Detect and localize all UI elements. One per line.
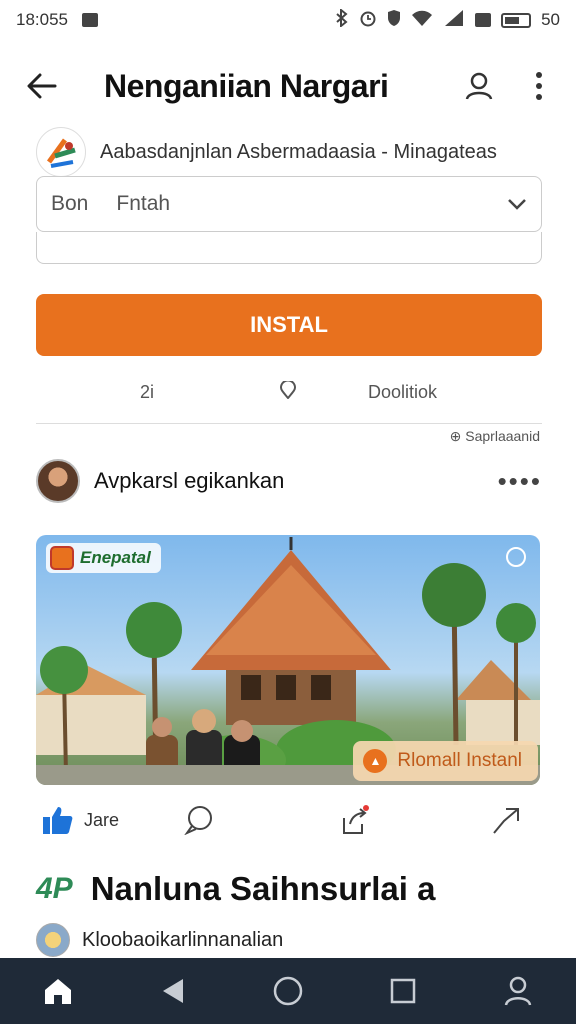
section-heading: 4P Nanluna Saihnsurlai a [36,866,435,912]
send-button[interactable] [492,798,522,842]
overlay-install-label: Rlomall Instanl [397,750,522,771]
signal-icon [443,9,465,32]
sub-avatar [36,923,70,957]
back-arrow-icon [27,73,57,99]
share-button[interactable] [340,798,370,842]
thumbs-up-icon [43,807,73,834]
stats-row: 2i Doolitiok [36,374,542,410]
home-icon [44,979,71,1004]
nav-profile-icon [505,976,532,1006]
notification-icon [82,13,98,27]
image-info-icon[interactable] [506,547,526,567]
profile-icon [465,72,493,100]
sub-label: Kloobaoikarlinnanalian [82,928,284,951]
overlay-logo-icon: ▲ [363,749,388,773]
like-button[interactable]: Jare [42,798,119,842]
profile-button[interactable] [462,69,496,103]
battery-icon [501,12,532,28]
chevron-down-icon [507,192,527,216]
post-author[interactable]: Avpkarsl egikankan [94,468,284,494]
back-button[interactable] [20,64,64,108]
overlay-install-button[interactable]: ▲ Rlomall Instanl [353,741,538,781]
wifi-icon [411,9,433,32]
sub-row[interactable]: Kloobaoikarlinnanalian [36,922,283,958]
app-description: Aabasdanjnlan Asbermadaasia - Minagateas [100,140,497,163]
section-logo-icon: 4P [36,872,73,905]
more-vert-icon [536,72,542,100]
badge-logo-icon [50,546,74,570]
select-value-left: Bon [51,192,89,215]
comment-icon [184,806,212,835]
nav-home-button[interactable] [28,966,88,1016]
share-icon [343,805,369,834]
text-input[interactable] [36,232,542,264]
shield-icon [387,9,401,32]
info-icon: ⊕ [449,428,462,444]
nav-home-circle-button[interactable] [258,966,318,1016]
avatar[interactable] [36,459,80,503]
nav-home-circle-icon [273,976,303,1006]
app-logo [36,127,86,177]
alarm-icon [359,9,377,32]
nav-back-button[interactable] [143,966,203,1016]
comment-button[interactable] [184,798,214,842]
sponsored-text: Saprlaaanid [465,428,540,444]
stat-label: Doolitiok [368,381,438,402]
page-title: Nenganiian Nargari [104,67,389,104]
divider [36,423,542,424]
install-button[interactable]: INSTAL [36,294,542,356]
status-time: 18:055 [16,10,68,29]
section-title: Nanluna Saihnsurlai a [90,870,436,907]
sim-icon [475,13,492,27]
stat-rating: 2i [140,381,155,402]
select-value-right: Fntah [116,192,171,215]
image-badge-label: Enepatal [80,548,151,567]
like-label: Jare [84,809,120,830]
send-icon [493,808,519,834]
battery-level: 50 [541,10,560,29]
more-options-button[interactable] [522,69,556,103]
nav-back-icon [162,979,183,1003]
category-select[interactable]: Bon Fntah [36,176,542,232]
bluetooth-icon [335,7,349,32]
app-info: Aabasdanjnlan Asbermadaasia - Minagateas [36,127,540,177]
post-more-button[interactable]: •••• [498,466,542,497]
post-actions: Jare [36,798,542,842]
image-badge: Enepatal [46,543,161,573]
status-bar: 18:055 50 [0,0,576,40]
location-pin-icon [279,379,297,404]
app-bar: Nenganiian Nargari [0,56,576,116]
post-header: Avpkarsl egikankan •••• [36,456,542,506]
nav-recents-button[interactable] [373,966,433,1016]
post-image[interactable]: Enepatal ▲ Rlomall Instanl [36,535,540,785]
bottom-nav-bar [0,958,576,1024]
nav-recents-icon [390,978,416,1004]
nav-profile-button[interactable] [488,966,548,1016]
sponsored-label: ⊕ Saprlaaanid [450,428,540,445]
